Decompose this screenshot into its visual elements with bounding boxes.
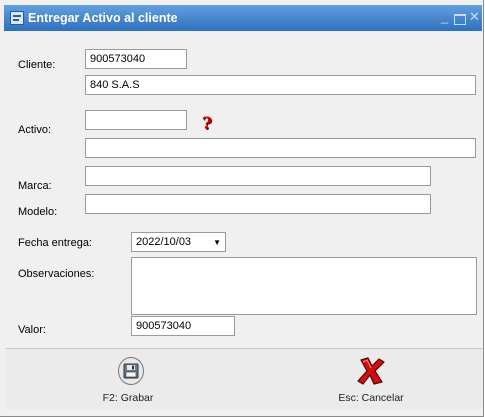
minimize-button[interactable]: _ — [441, 9, 448, 24]
fecha-entrega-value: 2022/10/03 — [136, 236, 192, 248]
close-button[interactable]: ✕ — [469, 9, 480, 25]
save-button-label: F2: Grabar — [102, 392, 154, 404]
cancel-button-label: Esc: Cancelar — [338, 392, 404, 404]
valor-input[interactable] — [131, 316, 235, 336]
marca-input[interactable] — [85, 166, 431, 186]
window-title: Entregar Activo al cliente — [28, 11, 178, 25]
save-button[interactable]: F2: Grabar — [68, 351, 188, 407]
cliente-code-input[interactable] — [85, 49, 187, 69]
cliente-name-input[interactable] — [85, 75, 476, 95]
red-x-icon — [357, 357, 385, 385]
question-mark-icon[interactable]: ? — [202, 114, 212, 134]
fecha-entrega-select[interactable]: 2022/10/03 ▼ — [131, 232, 226, 252]
app-icon — [10, 11, 24, 25]
floppy-disk-icon — [118, 357, 144, 385]
observaciones-textarea[interactable] — [131, 257, 477, 315]
marca-label: Marca: — [18, 180, 52, 192]
activo-label: Activo: — [18, 124, 52, 136]
button-bar: F2: Grabar Esc: Cancelar — [6, 349, 482, 409]
modelo-input[interactable] — [85, 194, 431, 214]
valor-label: Valor: — [18, 324, 46, 336]
title-bar[interactable]: Entregar Activo al cliente _ ✕ — [4, 5, 482, 31]
modelo-label: Modelo: — [18, 206, 58, 218]
cancel-button[interactable]: Esc: Cancelar — [311, 351, 431, 407]
chevron-down-icon[interactable]: ▼ — [213, 238, 221, 247]
maximize-button[interactable] — [454, 14, 466, 25]
fecha-entrega-label: Fecha entrega: — [18, 237, 92, 249]
activo-code-input[interactable] — [85, 110, 187, 130]
activo-description-input[interactable] — [85, 138, 476, 158]
cliente-label: Cliente: — [18, 59, 56, 71]
dialog-window: Entregar Activo al cliente _ ✕ Cliente: … — [0, 0, 484, 417]
observaciones-label: Observaciones: — [18, 268, 95, 280]
